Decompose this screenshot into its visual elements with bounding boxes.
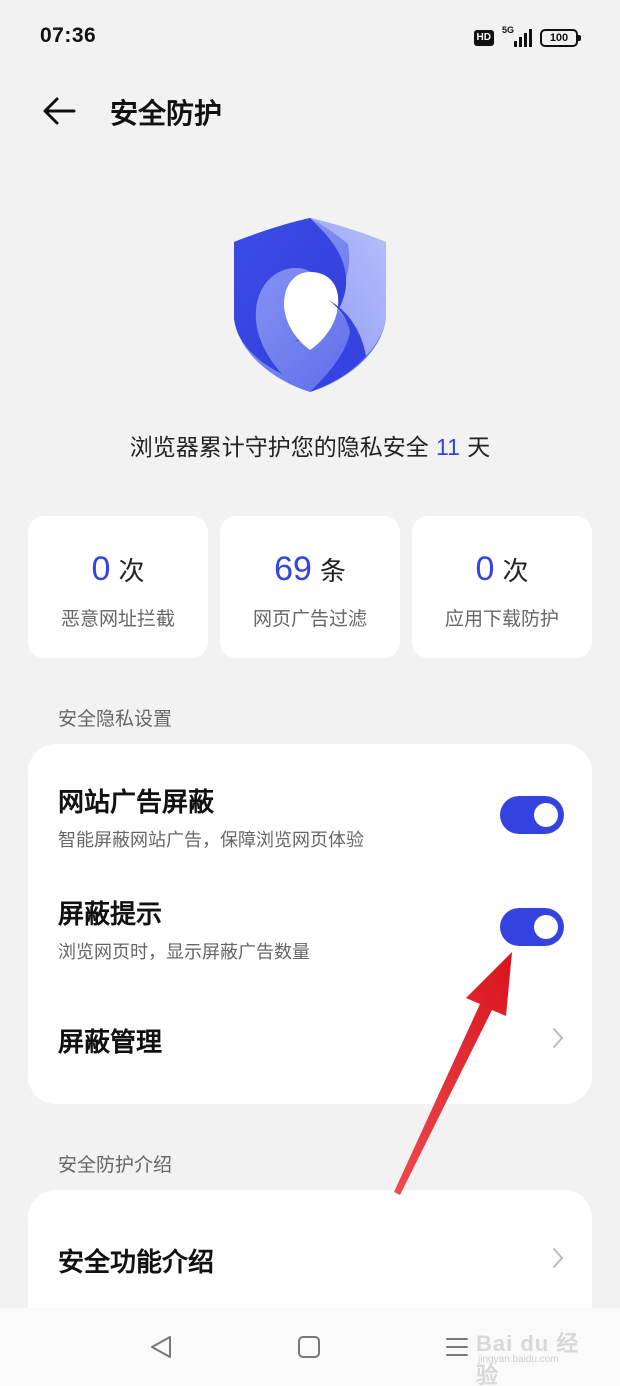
stat-unit: 次 <box>502 557 529 587</box>
block-hint-subtitle: 浏览网页时，显示屏蔽广告数量 <box>58 942 310 963</box>
ad-block-subtitle: 智能屏蔽网站广告，保障浏览网页体验 <box>58 830 364 851</box>
back-arrow-icon <box>43 97 76 125</box>
toggle-knob <box>534 803 558 827</box>
ad-block-row[interactable]: 网站广告屏蔽 智能屏蔽网站广告，保障浏览网页体验 <box>28 744 592 856</box>
network-type: 5G <box>502 25 515 35</box>
watermark-sub: jingyan.baidu.com <box>478 1354 559 1365</box>
toggle-knob <box>534 915 558 939</box>
stat-value: 0 <box>475 550 495 588</box>
nav-back-button[interactable] <box>146 1332 176 1362</box>
stat-label: 应用下载防护 <box>444 608 559 630</box>
block-hint-row[interactable]: 屏蔽提示 浏览网页时，显示屏蔽广告数量 <box>28 856 592 968</box>
stat-card-ad-filter: 69 条 网页广告过滤 <box>220 516 400 658</box>
protection-days-count: 11 <box>436 434 460 460</box>
stat-value: 69 <box>274 550 312 588</box>
feature-intro-title: 安全功能介绍 <box>58 1248 215 1278</box>
section-title-privacy: 安全隐私设置 <box>58 708 173 730</box>
signal-icon: 5G <box>502 25 532 47</box>
nav-home-button[interactable] <box>294 1332 324 1362</box>
baidu-watermark: Bai du 经验 jingyan.baidu.com <box>472 1320 592 1386</box>
feature-intro-row[interactable]: 安全功能介绍 <box>28 1190 592 1310</box>
battery-icon: 100 <box>540 29 581 47</box>
protection-days-text: 浏览器累计守护您的隐私安全 11 天 <box>129 434 491 461</box>
stat-card-download-protection: 0次 应用下载防护 <box>412 516 592 658</box>
stat-label: 网页广告过滤 <box>252 608 367 630</box>
triangle-back-icon <box>151 1336 171 1358</box>
square-home-icon <box>298 1336 320 1358</box>
hd-icon: HD <box>473 30 494 46</box>
block-manage-title: 屏蔽管理 <box>58 1028 163 1058</box>
back-button[interactable] <box>40 94 80 128</box>
stat-unit: 条 <box>319 557 346 587</box>
menu-lines-icon <box>446 1338 468 1356</box>
stat-label: 恶意网址拦截 <box>60 608 175 630</box>
chevron-right-icon <box>553 1248 563 1268</box>
status-icons: HD 5G 100 <box>473 25 581 49</box>
nav-menu-button[interactable] <box>442 1332 472 1362</box>
stat-card-malicious-url: 0次 恶意网址拦截 <box>28 516 208 658</box>
block-hint-title: 屏蔽提示 <box>58 900 163 930</box>
block-hint-toggle[interactable] <box>500 908 564 946</box>
section-title-intro: 安全防护介绍 <box>58 1154 173 1176</box>
status-bar: 07:36 HD 5G 100 <box>0 0 620 76</box>
shield-icon <box>228 214 392 396</box>
header: 安全防护 <box>0 80 620 144</box>
stat-value: 0 <box>91 550 111 588</box>
stat-unit: 次 <box>118 557 145 587</box>
page-title: 安全防护 <box>110 97 223 130</box>
status-time: 07:36 <box>40 24 97 47</box>
block-manage-row[interactable]: 屏蔽管理 <box>28 984 592 1084</box>
privacy-settings-card: 网站广告屏蔽 智能屏蔽网站广告，保障浏览网页体验 屏蔽提示 浏览网页时，显示屏蔽… <box>28 744 592 1104</box>
ad-block-toggle[interactable] <box>500 796 564 834</box>
ad-block-title: 网站广告屏蔽 <box>58 788 215 818</box>
stats-row: 0次 恶意网址拦截 69 条 网页广告过滤 0次 应用下载防护 <box>28 516 592 658</box>
chevron-right-icon <box>553 1028 563 1048</box>
